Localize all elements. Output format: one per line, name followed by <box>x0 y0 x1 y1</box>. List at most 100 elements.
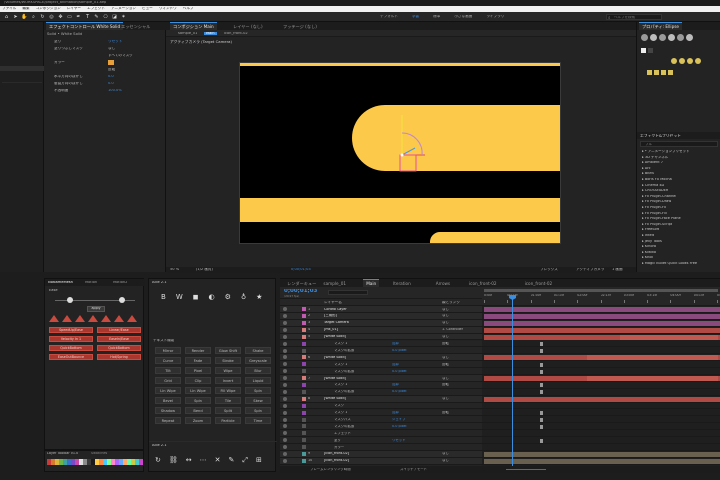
tab-essential[interactable]: エッセンシャル <box>118 22 153 30</box>
layer-name[interactable]: マスク <box>334 404 344 407</box>
layer-label-color[interactable] <box>302 314 306 319</box>
eraser-tool-icon[interactable]: ◪ <box>112 14 117 20</box>
layer-parent[interactable]: なし <box>442 314 449 317</box>
distribute-icon[interactable] <box>647 70 652 75</box>
text-effect-button[interactable]: Spin <box>185 397 211 404</box>
layer-parent[interactable]: 1. Controller <box>442 328 463 331</box>
text-effect-button[interactable]: Liquid <box>245 377 271 384</box>
timeline-layer-row[interactable]: マスクパス シェイプ <box>280 416 482 424</box>
align-icon[interactable] <box>671 58 677 64</box>
brush-icon[interactable] <box>659 34 666 41</box>
fx-item[interactable]: ▸ Fx Plugin-Fx <box>642 206 666 210</box>
layer-label-color[interactable] <box>302 431 306 436</box>
work-area-bar[interactable] <box>484 289 718 292</box>
refresh-icon[interactable]: ↻ <box>155 456 161 465</box>
ease-tab-3[interactable]: Motion2 <box>113 281 127 285</box>
timeline-tab[interactable]: レンダーキュー <box>284 279 319 287</box>
layer-parent[interactable]: なし <box>442 321 449 324</box>
expand-icon[interactable]: ⤢ <box>242 456 248 465</box>
timeline-layer-row[interactable]: 5 [White Solid] なし <box>280 333 482 341</box>
timeline-layer-row[interactable]: 10 [icon_front-02] なし <box>280 457 482 465</box>
layer-label-color[interactable] <box>302 348 306 353</box>
pen-icon[interactable]: ✎ <box>229 456 235 465</box>
eye-icon[interactable] <box>283 334 287 339</box>
comp-canvas[interactable] <box>239 62 561 244</box>
layer-value[interactable]: 加算 <box>392 411 399 414</box>
layer-label-color[interactable] <box>302 396 306 401</box>
timeline-layer-row[interactable]: マスクの拡張 0.0 pixel <box>280 368 482 375</box>
select-tool-icon[interactable]: ➤ <box>13 14 18 20</box>
layer-name[interactable]: [mk_01] <box>324 328 338 331</box>
color-swatch[interactable] <box>95 459 99 465</box>
layer-value[interactable]: 加算 <box>392 383 399 386</box>
arrows-icon[interactable]: ↔ <box>186 456 192 465</box>
menu-item[interactable]: ビュー <box>142 7 153 11</box>
layer-label-color[interactable] <box>302 424 306 429</box>
tab-properties[interactable]: プロパティ: Ellipse <box>639 22 682 30</box>
ease-preset-button[interactable]: Hot/Spring <box>97 354 141 360</box>
color-swatch[interactable] <box>107 459 111 465</box>
color-swatch[interactable] <box>47 459 51 465</box>
color-swatch[interactable] <box>119 459 123 465</box>
eye-icon[interactable] <box>283 355 287 360</box>
layer-parent[interactable]: なし <box>442 356 449 359</box>
text-effect-button[interactable]: Lin Wipe <box>185 387 211 394</box>
text-effect-button[interactable]: Curve <box>155 357 181 364</box>
effect-row[interactable]: 垂直方向のぼかし 0.0 <box>44 80 166 87</box>
timeline-timecode[interactable]: 0;00;01;03 <box>284 289 317 295</box>
timeline-layer-row[interactable]: 2 [三角形] なし <box>280 312 482 320</box>
eye-icon[interactable] <box>283 314 287 319</box>
text-effect-button[interactable]: Particle <box>215 417 241 424</box>
color-swatch[interactable] <box>131 459 135 465</box>
project-row[interactable] <box>0 66 44 71</box>
layer-value[interactable]: 0.0 pixel <box>392 370 407 373</box>
eye-icon[interactable] <box>283 452 287 457</box>
fx-item[interactable]: ▸ Magic Bullet Quick Looks Free <box>642 262 697 266</box>
layer-label-color[interactable] <box>302 417 306 422</box>
workspace-tab[interactable]: デフォルト <box>380 15 398 19</box>
align-icon[interactable] <box>687 58 693 64</box>
layer-name[interactable]: [White Solid] <box>324 335 346 338</box>
workspace-tab[interactable]: 小さな画面 <box>454 15 472 19</box>
layer-duration-bar[interactable] <box>484 307 720 312</box>
menu-item[interactable]: ファイル <box>2 7 16 11</box>
layer-name[interactable]: [icon_front-02] <box>324 452 349 455</box>
layer-label-color[interactable] <box>302 334 306 339</box>
timeline-layer-row[interactable]: 1 Control Layer なし <box>280 306 482 313</box>
distribute-icon[interactable] <box>668 70 673 75</box>
distribute-icon[interactable] <box>654 70 659 75</box>
timeline-layer-row[interactable]: 塗り リセット <box>280 437 482 444</box>
effect-row-value[interactable]: 反転 <box>108 68 115 72</box>
color-swatch[interactable] <box>67 459 71 465</box>
quality[interactable]: (1/2 画質) <box>196 268 213 272</box>
workspace-tab[interactable]: ライブラリ <box>486 15 504 19</box>
keyframe[interactable] <box>540 438 543 443</box>
timeline-layer-row[interactable]: マスク 1 加算 反転 <box>280 381 482 389</box>
eye-icon[interactable] <box>283 383 287 388</box>
effect-row-value[interactable]: すべてのマスク <box>108 54 133 58</box>
text-effect-button[interactable]: Mirror <box>155 347 181 354</box>
keyframe[interactable] <box>540 390 543 395</box>
footer-right[interactable]: スイッチ / モード <box>400 468 427 471</box>
fx-item[interactable]: ▸ Boris FX Mocha <box>642 178 672 182</box>
layer-value[interactable]: 0.0 pixel <box>392 349 407 352</box>
color-swatch[interactable] <box>115 459 119 465</box>
text-effect-button[interactable]: Lin Wipe <box>155 387 181 394</box>
text-effect-button[interactable]: Tilt <box>155 367 181 374</box>
view-count[interactable]: 1 画面 <box>612 268 623 272</box>
keyframe[interactable] <box>540 383 543 388</box>
layer-label-color[interactable] <box>302 445 306 450</box>
link-icon[interactable]: ⛓ <box>169 456 178 465</box>
fx-item[interactable]: ▸ Fx Plugin-Draw <box>642 200 671 204</box>
brush-icon[interactable] <box>686 34 693 41</box>
color-swatch[interactable] <box>59 459 63 465</box>
layer-highlight-bar[interactable] <box>620 334 718 340</box>
fx-item[interactable]: ▸ Kiwiko <box>642 251 656 255</box>
tab-effect-controls[interactable]: エフェクトコントロール White Solid <box>46 22 124 30</box>
layer-duration-bar[interactable] <box>484 313 720 319</box>
ease-tab-2[interactable]: Motion <box>85 281 97 285</box>
home-icon[interactable]: ⌂ <box>4 14 9 20</box>
layer-label-color[interactable] <box>302 362 306 367</box>
fx-item[interactable]: ▸ * アニメーションプリセット <box>642 150 690 154</box>
camera-tool-icon[interactable]: ◎ <box>49 14 54 20</box>
